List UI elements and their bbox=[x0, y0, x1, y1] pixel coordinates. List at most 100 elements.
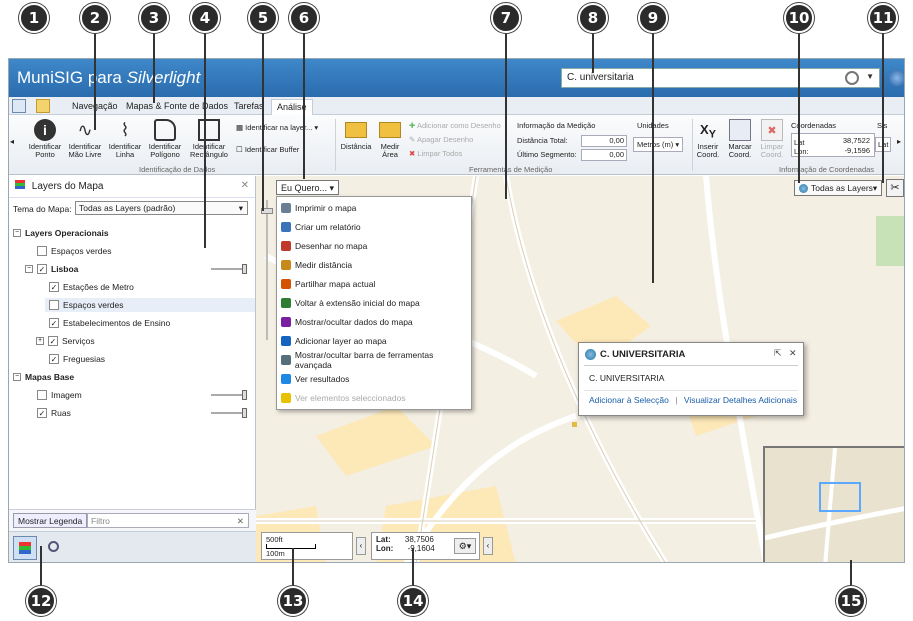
tree-item-imagem[interactable]: Imagem bbox=[37, 388, 82, 402]
clear-icon[interactable]: ✕ bbox=[237, 516, 244, 527]
open-folder-icon[interactable] bbox=[36, 99, 50, 113]
menu-item-draw[interactable]: Desenhar no mapa bbox=[281, 237, 367, 255]
identify-point-button[interactable]: i Identificar Ponto bbox=[25, 119, 65, 159]
measure-info-title: Informação da Medição bbox=[517, 121, 596, 130]
measure-area-button[interactable]: Medir Área bbox=[376, 119, 404, 159]
tree-item-servicos[interactable]: + ✓ Serviços bbox=[36, 334, 95, 348]
map-view[interactable]: Eu Quero... ▾ Imprimir o mapa Criar um r… bbox=[256, 176, 904, 562]
close-icon[interactable]: ✕ bbox=[241, 180, 249, 191]
tree-item-espacos-verdes-2[interactable]: Espaços verdes bbox=[45, 298, 255, 312]
collapse-scale-button[interactable]: ‹ bbox=[356, 537, 366, 555]
layers-tab-button[interactable] bbox=[13, 536, 37, 560]
clear-coord-button[interactable]: ✖ Limpar Coord. bbox=[757, 119, 787, 159]
xy-icon: XY bbox=[700, 122, 716, 141]
menu-item-initial-extent[interactable]: Voltar à extensão inicial do mapa bbox=[281, 294, 420, 312]
chevron-down-icon[interactable]: ▼ bbox=[866, 72, 874, 81]
tree-item-freguesias[interactable]: ✓ Freguesias bbox=[49, 352, 105, 366]
identify-buffer-checkbox[interactable]: ☐ Identificar Buffer bbox=[236, 145, 299, 154]
opacity-slider-imagem[interactable] bbox=[211, 390, 247, 400]
ruler-icon bbox=[345, 122, 367, 138]
tree-item-lisboa[interactable]: − ✓ Lisboa bbox=[25, 262, 78, 276]
tab-mapas[interactable]: Mapas & Fonte de Dados bbox=[121, 99, 233, 115]
menu-item-share[interactable]: Partilhar mapa actual bbox=[281, 275, 375, 293]
menu-item-results[interactable]: Ver resultados bbox=[281, 370, 349, 388]
opacity-slider-lisboa[interactable] bbox=[211, 264, 247, 274]
last-segment-field[interactable]: 0,00 bbox=[581, 149, 627, 161]
close-icon[interactable]: ✕ bbox=[789, 348, 797, 359]
overview-map[interactable] bbox=[763, 446, 904, 562]
tree-group-basemaps[interactable]: − Mapas Base bbox=[13, 370, 74, 384]
ribbon-scroll-right[interactable]: ▸ bbox=[897, 137, 901, 146]
menu-item-add-layer[interactable]: Adicionar layer ao mapa bbox=[281, 332, 387, 350]
tree-item-ruas[interactable]: ✓ Ruas bbox=[37, 406, 71, 420]
ribbon-scroll-left[interactable]: ◂ bbox=[10, 137, 14, 146]
menu-item-selected[interactable]: Ver elementos seleccionados bbox=[281, 389, 406, 407]
callout-8: 8 bbox=[578, 3, 608, 33]
results-tab-button[interactable] bbox=[43, 536, 67, 560]
settings-icon[interactable]: ⚙▾ bbox=[454, 538, 476, 554]
save-icon[interactable] bbox=[12, 99, 26, 113]
checkbox[interactable]: ✓ bbox=[37, 408, 47, 418]
menu-item-toolbar[interactable]: Mostrar/ocultar barra de ferramentas ava… bbox=[281, 350, 471, 370]
theme-select[interactable]: Todas as Layers (padrão) ▾ bbox=[75, 201, 248, 215]
identify-line-button[interactable]: ⌇ Identificar Linha bbox=[107, 119, 143, 159]
insert-coord-button[interactable]: XY Inserir Coord. bbox=[693, 119, 723, 159]
callout-3-pointer bbox=[153, 33, 155, 103]
divider bbox=[584, 390, 798, 391]
collapse-icon[interactable]: − bbox=[13, 229, 21, 237]
tab-analise[interactable]: Análise bbox=[271, 99, 313, 115]
collapse-icon[interactable]: − bbox=[25, 265, 33, 273]
printer-icon bbox=[281, 203, 291, 213]
identify-freehand-button[interactable]: ∿ Identificar Mão Livre bbox=[65, 119, 105, 159]
checkbox[interactable]: ✓ bbox=[37, 264, 47, 274]
mark-coord-button[interactable]: Marcar Coord. bbox=[725, 119, 755, 159]
checkbox[interactable]: ✓ bbox=[49, 318, 59, 328]
search-input[interactable]: C. universitaria ▼ bbox=[561, 68, 880, 88]
add-to-selection-link[interactable]: Adicionar à Selecção bbox=[589, 395, 669, 405]
menu-item-measure[interactable]: Medir distância bbox=[281, 256, 352, 274]
clear-all-button[interactable]: ✖ Limpar Todos bbox=[409, 149, 462, 158]
collapse-icon[interactable]: − bbox=[13, 373, 21, 381]
callout-5-pointer bbox=[262, 33, 264, 211]
checkbox[interactable] bbox=[37, 390, 47, 400]
search-icon[interactable] bbox=[845, 71, 859, 85]
checkbox[interactable]: ✓ bbox=[49, 282, 59, 292]
layers-filter-dropdown[interactable]: Todas as Layers ▾ bbox=[794, 180, 883, 196]
callout-1: 1 bbox=[19, 3, 49, 33]
popout-icon[interactable]: ⇱ bbox=[774, 348, 782, 359]
units-select[interactable]: Metros (m) ▾ bbox=[633, 137, 684, 152]
expand-icon[interactable]: + bbox=[36, 337, 44, 345]
checkbox[interactable] bbox=[49, 300, 59, 310]
tree-item-ensino[interactable]: ✓ Estabelecimentos de Ensino bbox=[49, 316, 170, 330]
globe-icon[interactable] bbox=[889, 70, 904, 86]
identify-polygon-button[interactable]: Identificar Polígono bbox=[145, 119, 185, 159]
menu-item-toggle-data[interactable]: Mostrar/ocultar dados do mapa bbox=[281, 313, 413, 331]
menu-item-report[interactable]: Criar um relatório bbox=[281, 218, 361, 236]
add-as-drawing-button[interactable]: ✚ Adicionar como Desenho bbox=[409, 121, 501, 130]
tree-group-operational[interactable]: − Layers Operacionais bbox=[13, 226, 109, 240]
distance-button[interactable]: Distância bbox=[338, 119, 374, 151]
filter-input[interactable]: Filtro ✕ bbox=[87, 513, 249, 528]
erase-drawing-button[interactable]: ✎ Apagar Desenho bbox=[409, 135, 473, 144]
identify-in-layer-button[interactable]: ▦ Identificar na layer... ▾ bbox=[236, 123, 318, 132]
callout-6-pointer bbox=[303, 33, 305, 179]
identify-rectangle-button[interactable]: Identificar Rectângulo bbox=[187, 119, 231, 159]
line-icon: ⌇ bbox=[120, 120, 130, 140]
callout-13-pointer bbox=[292, 548, 294, 586]
checkbox[interactable]: ✓ bbox=[48, 336, 58, 346]
view-details-link[interactable]: Visualizar Detalhes Adicionais bbox=[684, 395, 797, 405]
collapse-coords-button[interactable]: ‹ bbox=[483, 537, 493, 555]
zoom-slider[interactable] bbox=[260, 200, 274, 340]
rectangle-icon bbox=[198, 119, 220, 141]
total-distance-field[interactable]: 0,00 bbox=[581, 135, 627, 147]
checkbox[interactable]: ✓ bbox=[49, 354, 59, 364]
tree-item-espacos-verdes-1[interactable]: Espaços verdes bbox=[37, 244, 111, 258]
tools-icon[interactable]: ✂ bbox=[886, 179, 904, 197]
menu-item-print[interactable]: Imprimir o mapa bbox=[281, 199, 356, 217]
opacity-slider-ruas[interactable] bbox=[211, 408, 247, 418]
ribbon-separator bbox=[335, 119, 336, 171]
eu-quero-dropdown[interactable]: Eu Quero... ▾ bbox=[276, 180, 340, 195]
checkbox[interactable] bbox=[37, 246, 47, 256]
tree-item-metro[interactable]: ✓ Estações de Metro bbox=[49, 280, 134, 294]
show-legend-button[interactable]: Mostrar Legenda bbox=[13, 513, 88, 528]
